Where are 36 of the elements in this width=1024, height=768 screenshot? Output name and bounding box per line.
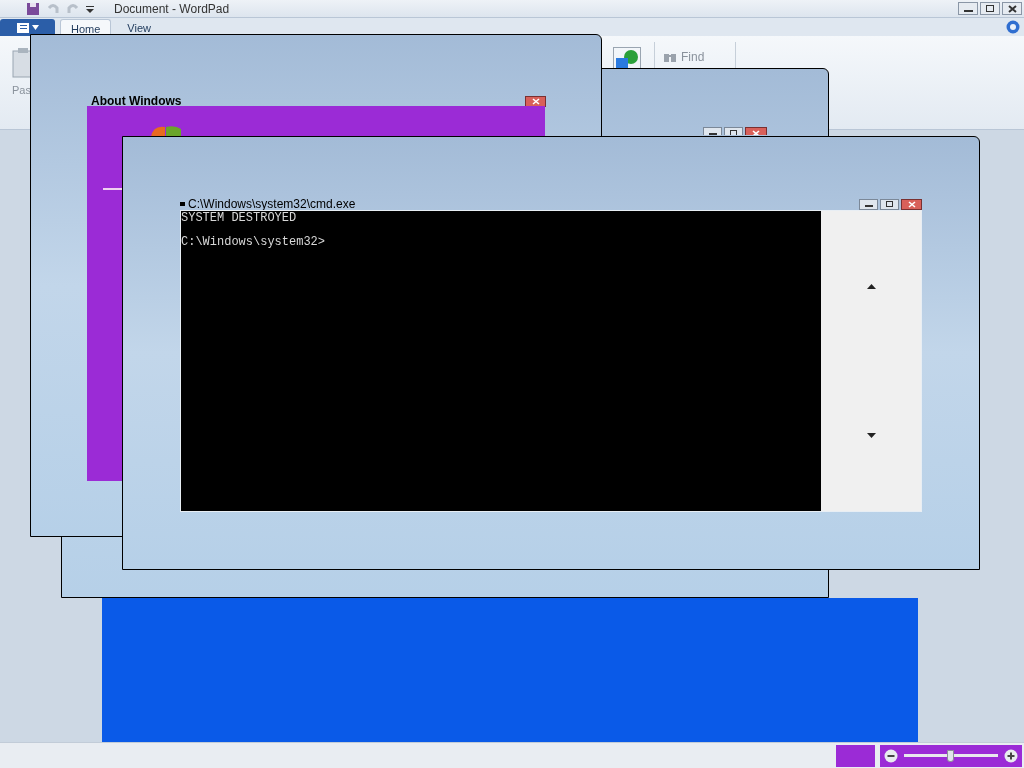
maximize-button[interactable] (880, 198, 899, 210)
close-button[interactable] (525, 95, 546, 107)
maximize-button[interactable] (724, 127, 743, 135)
console-line: C:\Windows\system32> (181, 236, 327, 249)
close-button[interactable] (745, 127, 767, 135)
help-icon[interactable] (1006, 20, 1020, 34)
picture-icon[interactable] (613, 47, 641, 69)
console-line: SYSTEM DESTROYED (181, 212, 298, 225)
menu-icon (16, 22, 29, 33)
zoom-slider[interactable] (904, 749, 998, 762)
slider-thumb[interactable] (947, 749, 954, 762)
close-icon (907, 200, 916, 208)
caret-icon[interactable] (86, 4, 94, 13)
minimize-button[interactable] (958, 2, 978, 15)
close-icon (1007, 4, 1017, 13)
window-title: C:\Windows\system32\cmd.exe (188, 196, 356, 212)
close-icon (531, 97, 540, 105)
ribbon-tab[interactable]: View (117, 19, 161, 36)
binoculars-icon (663, 51, 677, 63)
window-title: Document - WordPad (114, 0, 230, 18)
window-title: About Windows (91, 93, 182, 110)
scroll-up-arrow[interactable] (867, 284, 876, 289)
scroll-down-arrow[interactable] (867, 433, 876, 438)
zoom-out-button[interactable] (884, 748, 898, 763)
caret-icon (31, 25, 39, 30)
console-icon (180, 202, 185, 206)
minimize-button[interactable] (703, 127, 722, 135)
app-menu-button[interactable] (0, 19, 55, 36)
save-icon[interactable] (26, 1, 40, 16)
status-panel (836, 744, 875, 767)
close-button[interactable] (901, 198, 922, 210)
scrollbar[interactable] (821, 211, 921, 511)
zoom-in-button[interactable] (1004, 748, 1018, 763)
close-button[interactable] (1002, 2, 1022, 15)
minimize-button[interactable] (859, 198, 878, 210)
restore-button[interactable] (980, 2, 1000, 15)
